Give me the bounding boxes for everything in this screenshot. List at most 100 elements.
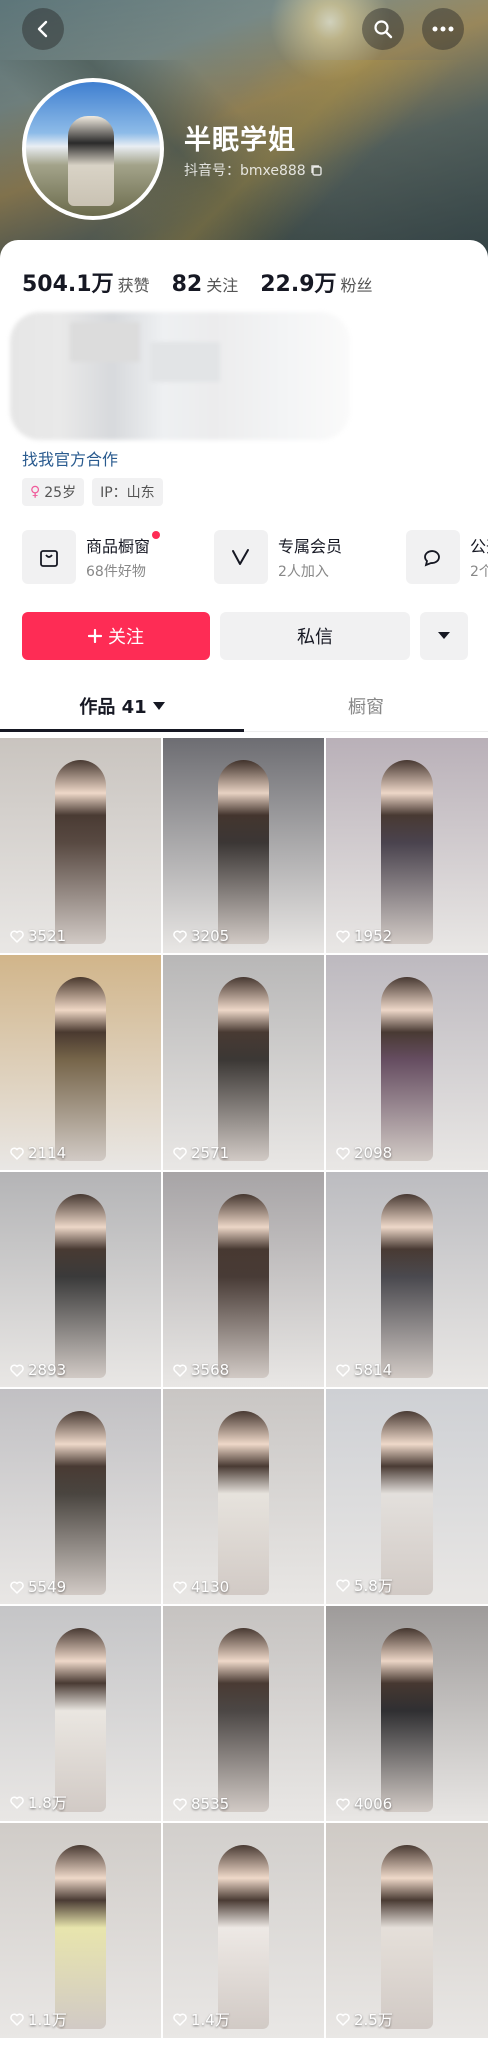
heart-outline-icon bbox=[336, 1579, 350, 1592]
service-group[interactable]: 公开 2个群 bbox=[406, 530, 488, 584]
like-count: 1.8万 bbox=[10, 1792, 67, 1813]
video-tile[interactable]: 2114 bbox=[0, 955, 161, 1170]
video-tile[interactable]: 1.1万 bbox=[0, 1823, 161, 2038]
cooperation-link[interactable]: 找我官方合作 bbox=[22, 446, 118, 470]
more-dots-icon bbox=[432, 26, 454, 32]
video-thumbnail bbox=[54, 1844, 107, 2030]
copy-icon[interactable] bbox=[310, 164, 323, 177]
female-icon: ♀ bbox=[30, 484, 41, 500]
video-thumbnail bbox=[217, 1410, 270, 1596]
video-tile[interactable]: 1.8万 bbox=[0, 1606, 161, 1821]
video-tile[interactable]: 3568 bbox=[163, 1172, 324, 1387]
like-count: 1.4万 bbox=[173, 2009, 230, 2030]
heart-outline-icon bbox=[10, 930, 24, 943]
video-tile[interactable]: 5814 bbox=[326, 1172, 488, 1387]
video-thumbnail bbox=[54, 759, 107, 945]
video-tile[interactable]: 2893 bbox=[0, 1172, 161, 1387]
profile-tags: ♀ 25岁 IP：山东 bbox=[22, 478, 163, 506]
back-button[interactable] bbox=[22, 8, 64, 50]
video-tile[interactable]: 2571 bbox=[163, 955, 324, 1170]
more-actions-button[interactable] bbox=[420, 612, 468, 660]
like-count: 2098 bbox=[336, 1144, 392, 1162]
video-thumbnail bbox=[54, 1627, 107, 1813]
like-count: 3205 bbox=[173, 927, 229, 945]
search-button[interactable] bbox=[362, 8, 404, 50]
like-count: 2571 bbox=[173, 1144, 229, 1162]
heart-outline-icon bbox=[173, 1798, 187, 1811]
video-tile[interactable]: 4006 bbox=[326, 1606, 488, 1821]
avatar-image bbox=[26, 82, 160, 216]
stat-following[interactable]: 82 关注 bbox=[172, 272, 239, 297]
video-grid: 3521 3205 1952 2114 2571 2098 2893 3568 … bbox=[0, 738, 488, 2038]
notification-dot bbox=[152, 531, 161, 539]
heart-outline-icon bbox=[336, 2013, 350, 2026]
video-thumbnail bbox=[381, 1627, 433, 1813]
like-count: 2114 bbox=[10, 1144, 66, 1162]
heart-outline-icon bbox=[173, 2013, 187, 2026]
bio-mosaic bbox=[10, 312, 350, 440]
shopping-bag-icon bbox=[40, 550, 58, 567]
follow-button[interactable]: 关注 bbox=[22, 612, 210, 660]
video-tile[interactable]: 8535 bbox=[163, 1606, 324, 1821]
like-count: 3568 bbox=[173, 1361, 229, 1379]
heart-outline-icon bbox=[173, 930, 187, 943]
heart-outline-icon bbox=[173, 1581, 187, 1594]
video-thumbnail bbox=[381, 1844, 433, 2030]
like-count: 5549 bbox=[10, 1578, 66, 1596]
like-count: 1952 bbox=[336, 927, 392, 945]
video-thumbnail bbox=[217, 976, 270, 1162]
profile-actions: 关注 私信 bbox=[22, 612, 468, 660]
video-tile[interactable]: 5549 bbox=[0, 1389, 161, 1604]
tab-works[interactable]: 作品 41 bbox=[0, 680, 244, 732]
video-thumbnail bbox=[54, 1193, 107, 1379]
ip-tag: IP：山东 bbox=[92, 478, 163, 506]
profile-stats: 504.1万 获赞 82 关注 22.9万 粉丝 bbox=[22, 266, 395, 298]
heart-outline-icon bbox=[10, 1147, 24, 1160]
profile-cover: 半眠学姐 抖音号：bmxe888 bbox=[0, 0, 488, 260]
service-vip[interactable]: 专属会员 2人加入 bbox=[214, 530, 386, 584]
heart-outline-icon bbox=[336, 1147, 350, 1160]
back-arrow-icon bbox=[37, 20, 48, 38]
heart-outline-icon bbox=[336, 1364, 350, 1377]
like-count: 2893 bbox=[10, 1361, 66, 1379]
stat-followers[interactable]: 22.9万 粉丝 bbox=[260, 266, 372, 298]
heart-outline-icon bbox=[10, 1581, 24, 1594]
video-tile[interactable]: 4130 bbox=[163, 1389, 324, 1604]
douyin-id[interactable]: 抖音号：bmxe888 bbox=[184, 160, 323, 180]
message-button[interactable]: 私信 bbox=[220, 612, 410, 660]
video-tile[interactable]: 5.8万 bbox=[326, 1389, 488, 1604]
video-tile[interactable]: 2098 bbox=[326, 955, 488, 1170]
video-thumbnail bbox=[217, 1193, 270, 1379]
heart-outline-icon bbox=[336, 1798, 350, 1811]
video-tile[interactable]: 3205 bbox=[163, 738, 324, 953]
age-tag: ♀ 25岁 bbox=[22, 478, 85, 506]
video-tile[interactable]: 1952 bbox=[326, 738, 488, 953]
profile-name: 半眠学姐 bbox=[184, 125, 296, 156]
heart-outline-icon bbox=[10, 1364, 24, 1377]
heart-outline-icon bbox=[336, 930, 350, 943]
video-thumbnail bbox=[54, 1410, 107, 1596]
tab-shop-window[interactable]: 橱窗 bbox=[244, 680, 488, 731]
more-button[interactable] bbox=[422, 8, 464, 50]
video-tile[interactable]: 3521 bbox=[0, 738, 161, 953]
avatar[interactable] bbox=[22, 78, 164, 220]
video-thumbnail bbox=[381, 1193, 433, 1379]
chat-bubble-icon bbox=[424, 550, 440, 567]
douyin-id-text: 抖音号：bmxe888 bbox=[184, 163, 306, 179]
heart-outline-icon bbox=[173, 1364, 187, 1377]
service-shop-window[interactable]: 商品橱窗 68件好物 bbox=[22, 530, 194, 584]
service-entries: 商品橱窗 68件好物 专属会员 2人加入 公开 2个群 bbox=[22, 530, 488, 584]
video-thumbnail bbox=[54, 976, 107, 1162]
search-icon bbox=[374, 20, 393, 39]
video-thumbnail bbox=[217, 1627, 270, 1813]
vip-v-icon bbox=[232, 549, 249, 565]
heart-outline-icon bbox=[10, 1796, 24, 1809]
video-thumbnail bbox=[381, 1410, 433, 1596]
plus-icon bbox=[88, 629, 102, 643]
video-tile[interactable]: 2.5万 bbox=[326, 1823, 488, 2038]
caret-down-icon bbox=[438, 632, 450, 639]
like-count: 2.5万 bbox=[336, 2009, 393, 2030]
video-tile[interactable]: 1.4万 bbox=[163, 1823, 324, 2038]
stat-likes: 504.1万 获赞 bbox=[22, 272, 150, 297]
like-count: 4130 bbox=[173, 1578, 229, 1596]
